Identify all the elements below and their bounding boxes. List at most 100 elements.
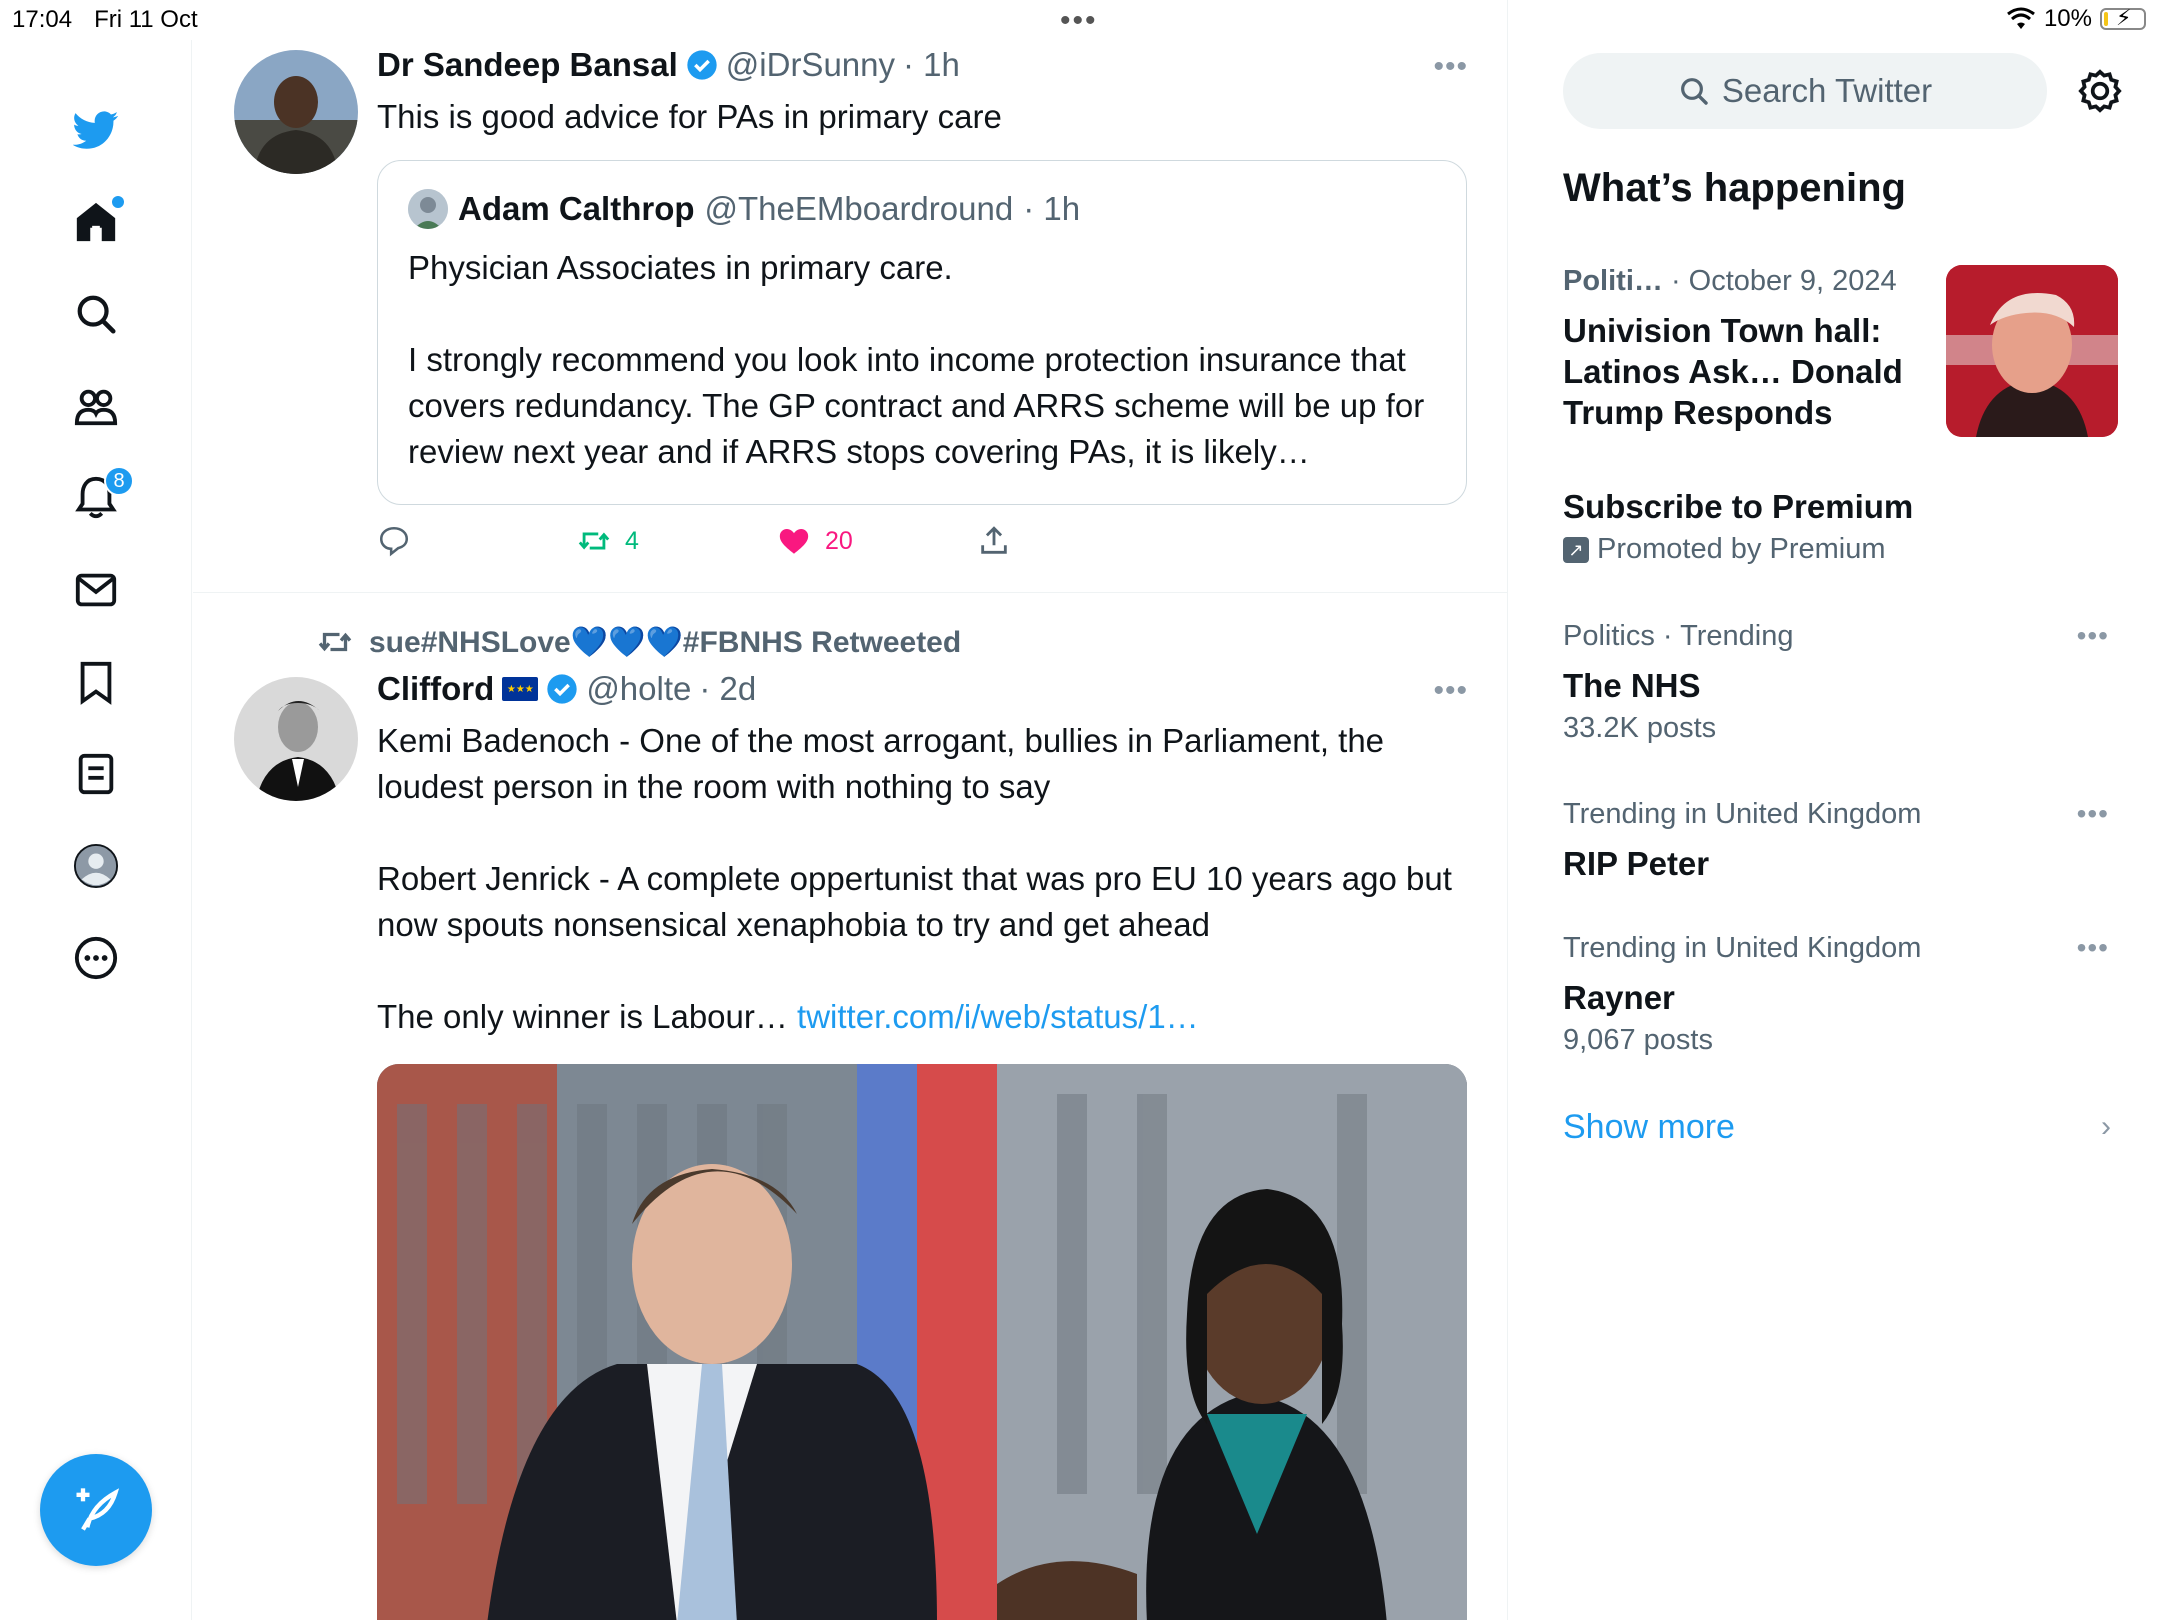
avatar-photo: [234, 677, 358, 801]
communities-icon: [74, 389, 118, 426]
promoted-icon: ↗: [1563, 537, 1589, 564]
search-input[interactable]: Search Twitter: [1563, 53, 2047, 129]
search-placeholder: Search Twitter: [1721, 72, 1933, 109]
trend-more-icon[interactable]: •••: [2077, 620, 2109, 652]
nav-more[interactable]: [56, 918, 136, 998]
tweet-time[interactable]: · 2d: [699, 670, 756, 708]
eu-flag-icon: ★★★: [502, 677, 539, 701]
timeline: Dr Sandeep Bansal @iDrSunny · 1h ••• Thi…: [193, 0, 1508, 1620]
nav-profile[interactable]: [56, 826, 136, 906]
quoted-tweet-time: · 1h: [1023, 190, 1081, 227]
share-button[interactable]: [977, 524, 1011, 558]
avatar[interactable]: [234, 677, 358, 801]
trend-item[interactable]: Politics · Trending The NHS 33.2K posts …: [1563, 620, 2123, 745]
quoted-author-name: Adam Calthrop: [458, 190, 695, 227]
trend-title: RIP Peter: [1563, 845, 1710, 882]
verified-badge-icon: [687, 50, 717, 80]
search-icon: [1680, 78, 1708, 105]
author-handle[interactable]: @holte: [586, 670, 691, 708]
retweeted-by-line[interactable]: sue#NHSLove💙💙💙#FBNHS Retweeted: [317, 624, 961, 660]
trend-posts: 33.2K posts: [1563, 712, 1717, 744]
avatar[interactable]: [234, 50, 358, 174]
tweet-more-icon[interactable]: •••: [1433, 50, 1468, 84]
nav-messages[interactable]: [56, 550, 136, 630]
trend-title: The NHS: [1563, 667, 1701, 704]
author-handle[interactable]: @iDrSunny: [726, 46, 895, 84]
quoted-author-handle: @TheEMboardround: [704, 190, 1014, 227]
status-time: 17:04: [12, 6, 73, 33]
tweet[interactable]: sue#NHSLove💙💙💙#FBNHS Retweeted Clifford …: [193, 594, 1508, 1620]
lists-icon: [78, 753, 114, 795]
reply-button[interactable]: [377, 524, 411, 558]
trend-title: Rayner: [1563, 979, 1675, 1016]
heart-filled-icon: [779, 528, 809, 554]
like-button[interactable]: 20: [777, 524, 853, 558]
trend-item[interactable]: Trending in United Kingdom Rayner 9,067 …: [1563, 932, 2123, 1057]
notifications-badge: 8: [104, 466, 134, 496]
quoted-tweet-text: Physician Associates in primary care. I …: [408, 249, 1425, 470]
home-icon: [76, 202, 116, 242]
news-meta: Politi… · October 9, 2024: [1563, 265, 1943, 298]
retweet-button[interactable]: 4: [577, 524, 639, 558]
trend-more-icon[interactable]: •••: [2077, 798, 2109, 830]
news-thumbnail-photo: [1946, 265, 2118, 437]
trend-meta: Politics · Trending: [1563, 620, 1794, 652]
trend-more-icon[interactable]: •••: [2077, 932, 2109, 964]
tweet-image[interactable]: [377, 1064, 1467, 1620]
nav-lists[interactable]: [56, 734, 136, 814]
profile-avatar-icon: [73, 843, 119, 889]
more-circle-icon: [74, 936, 118, 980]
tweet-header: Dr Sandeep Bansal @iDrSunny · 1h: [377, 46, 960, 84]
nav-notifications[interactable]: 8: [56, 458, 136, 538]
show-more-link[interactable]: Show more: [1563, 1108, 1735, 1147]
chevron-right-icon: ›: [2101, 1110, 2111, 1143]
tweet-time[interactable]: · 1h: [903, 46, 960, 84]
retweet-icon: [578, 532, 610, 550]
author-name[interactable]: Clifford: [377, 670, 494, 708]
tweet-text: Kemi Badenoch - One of the most arrogant…: [377, 718, 1467, 1040]
tweet-photo: [377, 1064, 1467, 1620]
gear-icon[interactable]: [2075, 66, 2125, 116]
promoted-item[interactable]: Subscribe to Premium ↗ Promoted by Premiu…: [1563, 486, 2123, 566]
quoted-tweet[interactable]: Adam Calthrop @TheEMboardround · 1h Phys…: [377, 160, 1467, 505]
retweet-icon: [318, 632, 352, 652]
news-item[interactable]: Politi… · October 9, 2024 Univision Town…: [1563, 265, 1943, 433]
quoted-avatar[interactable]: [408, 189, 448, 229]
news-thumbnail[interactable]: [1946, 265, 2118, 437]
nav-bookmarks[interactable]: [56, 642, 136, 722]
status-left: 17:04 Fri 11 Oct: [12, 6, 198, 34]
quoted-tweet-header: Adam Calthrop @TheEMboardround · 1h: [408, 189, 1080, 229]
tweet-more-icon[interactable]: •••: [1433, 674, 1468, 708]
bookmark-icon: [80, 661, 112, 705]
retweeted-by-text: sue#NHSLove💙💙💙#FBNHS Retweeted: [369, 625, 962, 659]
tweet[interactable]: Dr Sandeep Bansal @iDrSunny · 1h ••• Thi…: [193, 40, 1508, 593]
trend-posts: 9,067 posts: [1563, 1024, 1713, 1056]
author-name[interactable]: Dr Sandeep Bansal: [377, 46, 678, 84]
like-count: 20: [825, 526, 853, 555]
news-date: · October 9, 2024: [1670, 265, 1897, 297]
home-new-dot: [112, 196, 124, 208]
promo-by-text: Promoted by Premium: [1597, 533, 1886, 565]
reply-icon: [379, 526, 409, 557]
news-headline: Univision Town hall: Latinos Ask… Donald…: [1563, 312, 1903, 431]
tweet-body: Kemi Badenoch - One of the most arrogant…: [377, 722, 1452, 1035]
trend-item[interactable]: Trending in United Kingdom RIP Peter •••: [1563, 798, 2123, 884]
tweet-actions: 4 20: [377, 524, 1477, 574]
twitter-logo-icon[interactable]: [56, 90, 136, 170]
compose-tweet-button[interactable]: [40, 1454, 152, 1566]
feather-plus-icon: [76, 1488, 120, 1531]
search-icon: [77, 295, 116, 334]
news-category: Politi…: [1563, 265, 1663, 297]
nav-communities[interactable]: [56, 366, 136, 446]
retweet-count: 4: [625, 526, 639, 555]
tweet-link[interactable]: twitter.com/i/web/status/1…: [797, 998, 1199, 1035]
verified-badge-icon: [547, 674, 577, 704]
nav-home[interactable]: [56, 182, 136, 262]
bird-icon: [73, 111, 119, 149]
tweet-text: This is good advice for PAs in primary c…: [377, 98, 1002, 135]
status-date: Fri 11 Oct: [94, 6, 198, 33]
nav-explore[interactable]: [56, 274, 136, 354]
trend-meta: Trending in United Kingdom: [1563, 932, 1922, 964]
mail-icon: [75, 573, 117, 607]
whats-happening-title: What’s happening: [1563, 166, 1906, 210]
